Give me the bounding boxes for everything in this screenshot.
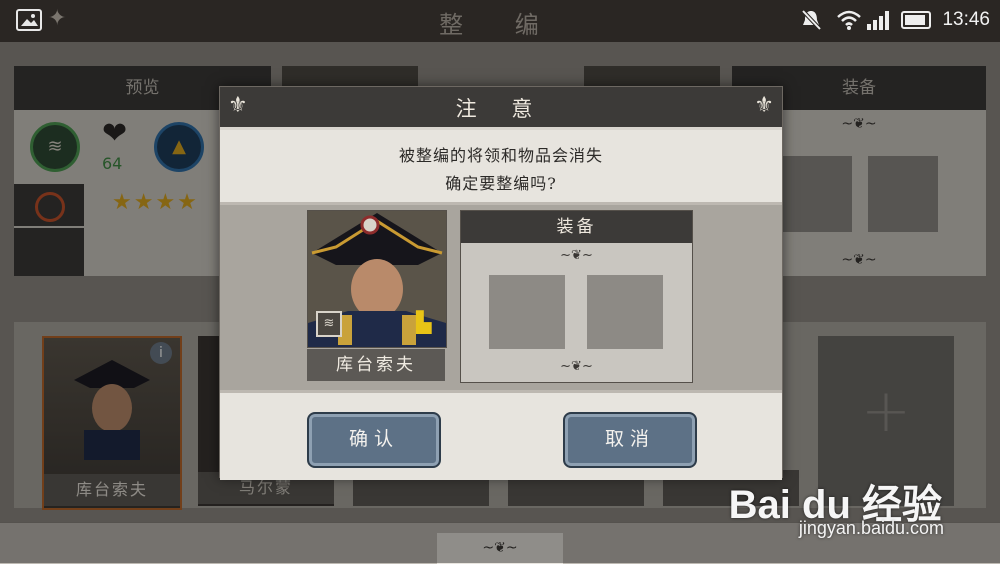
cancel-button[interactable]: 取消 (563, 412, 697, 468)
message-line-1: 被整编的将领和物品会消失 (398, 146, 603, 165)
signal-icon (866, 9, 894, 35)
confirm-dialog: ⚜ 注 意 ⚜ 被整编的将领和物品会消失 确定要整编吗? ≋ ▙ 库台索夫 装备… (219, 86, 783, 480)
message-line-2: 确定要整编吗? (445, 174, 557, 193)
dialog-header: ⚜ 注 意 ⚜ (220, 87, 782, 130)
hat-badge-icon: ▙ (416, 310, 432, 334)
rank-insignia-icon: ≋ (316, 311, 342, 337)
baidu-watermark-url: jingyan.baidu.com (798, 518, 944, 538)
dialog-title: 注 意 (455, 97, 547, 121)
battery-icon (901, 11, 931, 29)
dialog-message: 被整编的将领和物品会消失 确定要整编吗? (220, 130, 782, 205)
status-bar: ✦ 整 编 13:46 (0, 0, 1000, 42)
general-name: 库台索夫 (307, 349, 445, 381)
equipment-box: 装备 ~❦~ ~❦~ (460, 210, 693, 383)
wifi-icon (836, 9, 862, 35)
ornament-icon: ~❦~ (560, 359, 593, 374)
equip-slot-2 (587, 275, 663, 349)
equipment-header: 装备 (461, 211, 692, 243)
ornament-icon: ~❦~ (560, 248, 593, 263)
dialog-actions: 确认 取消 (220, 390, 782, 480)
confirm-button[interactable]: 确认 (307, 412, 441, 468)
mute-icon (800, 8, 822, 36)
general-portrait: ≋ ▙ (307, 210, 447, 348)
clock: 13:46 (942, 9, 990, 30)
fleur-icon: ⚜ (754, 93, 774, 118)
equip-slot-1 (489, 275, 565, 349)
